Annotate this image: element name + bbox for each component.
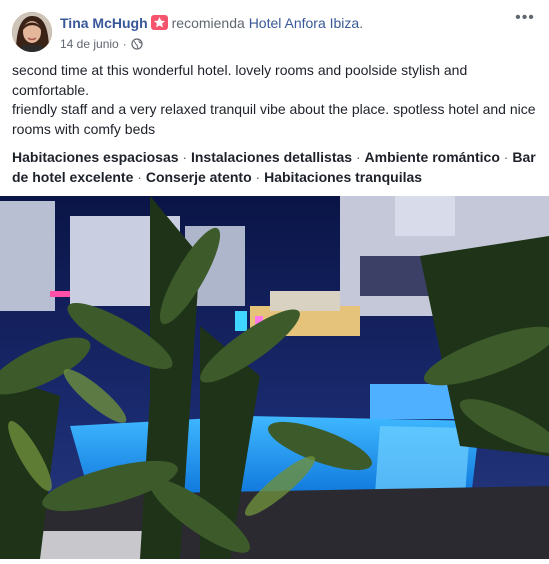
star-badge-icon [150, 15, 168, 30]
hotel-pool-night-photo [0, 196, 549, 559]
review-post: Tina McHugh recomienda Hotel Anfora Ibiza… [0, 0, 549, 559]
avatar-image [12, 12, 52, 52]
review-tag: Habitaciones tranquilas [264, 168, 423, 185]
review-tag: Habitaciones espaciosas [12, 149, 179, 165]
author-name[interactable]: Tina McHugh [60, 15, 148, 31]
tag-separator: · [352, 149, 365, 165]
post-body: second time at this wonderful hotel. lov… [12, 61, 537, 139]
meta-separator: · [122, 37, 127, 51]
recommend-verb: recomienda [171, 15, 245, 31]
post-date[interactable]: 14 de junio [60, 36, 119, 52]
post-photo[interactable] [0, 196, 549, 559]
review-tag: Instalaciones detallistas [190, 149, 353, 165]
post-title-line: Tina McHugh recomienda Hotel Anfora Ibiza… [60, 14, 363, 32]
review-tag: Conserje atento [145, 168, 252, 185]
review-tags: Habitaciones espaciosas · Instalaciones … [12, 148, 537, 187]
review-tag: Ambiente romántico [364, 149, 500, 165]
tag-separator: · [133, 168, 146, 185]
post-header: Tina McHugh recomienda Hotel Anfora Ibiza… [12, 10, 537, 54]
tag-separator: · [251, 168, 265, 185]
tag-separator: · [499, 149, 513, 165]
avatar[interactable] [12, 12, 52, 52]
more-options-icon[interactable]: ••• [513, 10, 537, 32]
title-period: . [359, 15, 364, 31]
tag-separator: · [178, 149, 191, 165]
globe-icon[interactable] [131, 38, 143, 50]
post-body-line: friendly staff and a very relaxed tranqu… [12, 101, 536, 137]
post-body-line: second time at this wonderful hotel. lov… [12, 62, 468, 98]
post-meta: 14 de junio · [60, 36, 143, 52]
page-link[interactable]: Hotel Anfora Ibiza [249, 15, 360, 31]
